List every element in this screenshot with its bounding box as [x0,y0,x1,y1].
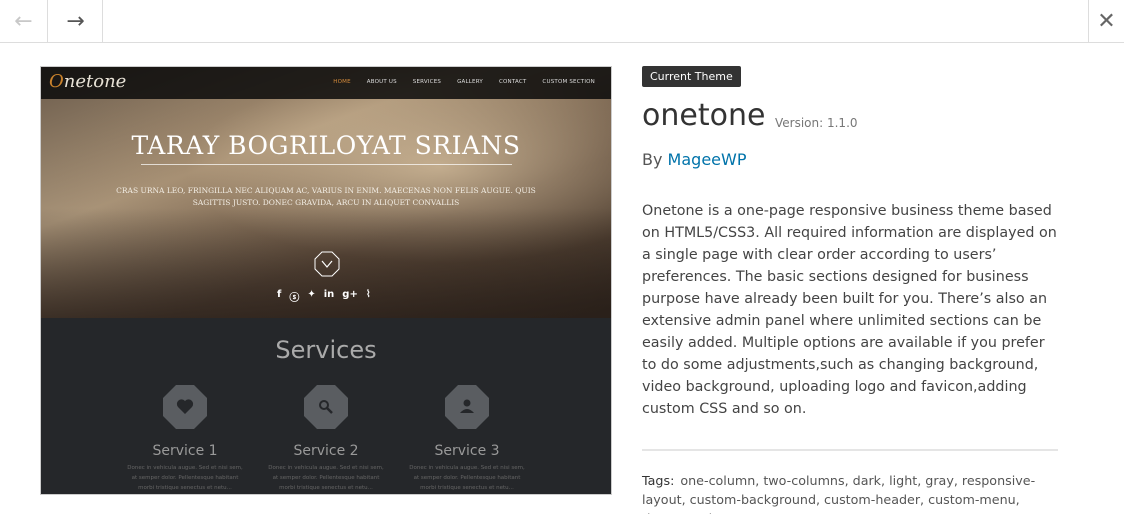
preview-services-title: Services [275,336,377,364]
linkedin-icon: in [323,289,335,300]
preview-menu-item: HOME [333,79,351,85]
close-button[interactable]: ✕ [1088,0,1124,42]
twitter-icon: ✦ [307,289,316,300]
preview-logo: Onetone [49,71,127,92]
user-icon [445,385,489,429]
google-plus-icon: g+ [342,289,358,300]
preview-service-name: Service 2 [293,443,359,459]
preview-service-name: Service 3 [434,443,500,459]
preview-menu-item: CUSTOM SECTION [542,79,595,85]
preview-service-text: Donec in vehicula augue. Sed et nisi sem… [409,465,525,491]
theme-overlay-header: ← → ✕ [0,0,1124,43]
preview-menu: HOME ABOUT US SERVICES GALLERY CONTACT C… [333,79,595,85]
theme-name: onetone [642,98,766,133]
preview-menu-item: CONTACT [498,79,527,85]
chevron-down-icon [314,251,340,277]
preview-service-text: Donec in vehicula augue. Sed et nisi sem… [268,465,384,491]
theme-description: Onetone is a one-page responsive busines… [642,203,1057,417]
skype-icon: ⓢ [289,293,300,304]
theme-author: By MageeWP [642,150,746,169]
preview-hero-title: TARAY BOGRILOYAT SRIANS [131,131,521,160]
tags-list: one-column, two-columns, dark, light, gr… [642,473,1036,514]
preview-hero: Onetone HOME ABOUT US SERVICES GALLERY C… [41,67,611,318]
arrow-left-icon: ← [14,8,33,34]
rss-icon: ⌇ [365,289,371,300]
preview-menu-item: ABOUT US [366,79,397,85]
author-link[interactable]: MageeWP [668,150,747,169]
heart-icon [163,385,207,429]
preview-service: Service 1 Donec in vehicula augue. Sed e… [125,385,245,493]
preview-header: Onetone HOME ABOUT US SERVICES GALLERY C… [41,67,611,99]
author-by-label: By [642,150,663,169]
preview-services: Services Service 1 Donec in vehicula aug… [41,318,611,494]
preview-menu-item: SERVICES [412,79,442,85]
close-icon: ✕ [1097,8,1116,34]
divider [642,449,1058,451]
facebook-icon: f [277,289,282,300]
preview-social-icons: f ⓢ ✦ in g+ ⌇ [277,289,371,304]
arrow-right-icon: → [66,8,85,34]
preview-service-name: Service 1 [152,443,218,459]
preview-hero-subtitle: CRAS URNA LEO, FRINGILLA NEC ALIQUAM AC,… [116,186,536,207]
search-icon [304,385,348,429]
previous-theme-button[interactable]: ← [0,0,48,42]
current-theme-badge: Current Theme [642,66,741,87]
preview-service: Service 3 Donec in vehicula augue. Sed e… [407,385,527,493]
theme-tags: Tags: one-column, two-columns, dark, ligh… [642,471,1062,514]
theme-screenshot: Onetone HOME ABOUT US SERVICES GALLERY C… [40,66,612,495]
tags-label: Tags: [642,473,675,488]
preview-hero-divider [141,164,512,165]
preview-menu-item: GALLERY [457,79,483,85]
preview-service-text: Donec in vehicula augue. Sed et nisi sem… [127,465,243,491]
theme-version: Version: 1.1.0 [775,116,858,130]
preview-service: Service 2 Donec in vehicula augue. Sed e… [266,385,386,493]
next-theme-button[interactable]: → [49,0,103,42]
